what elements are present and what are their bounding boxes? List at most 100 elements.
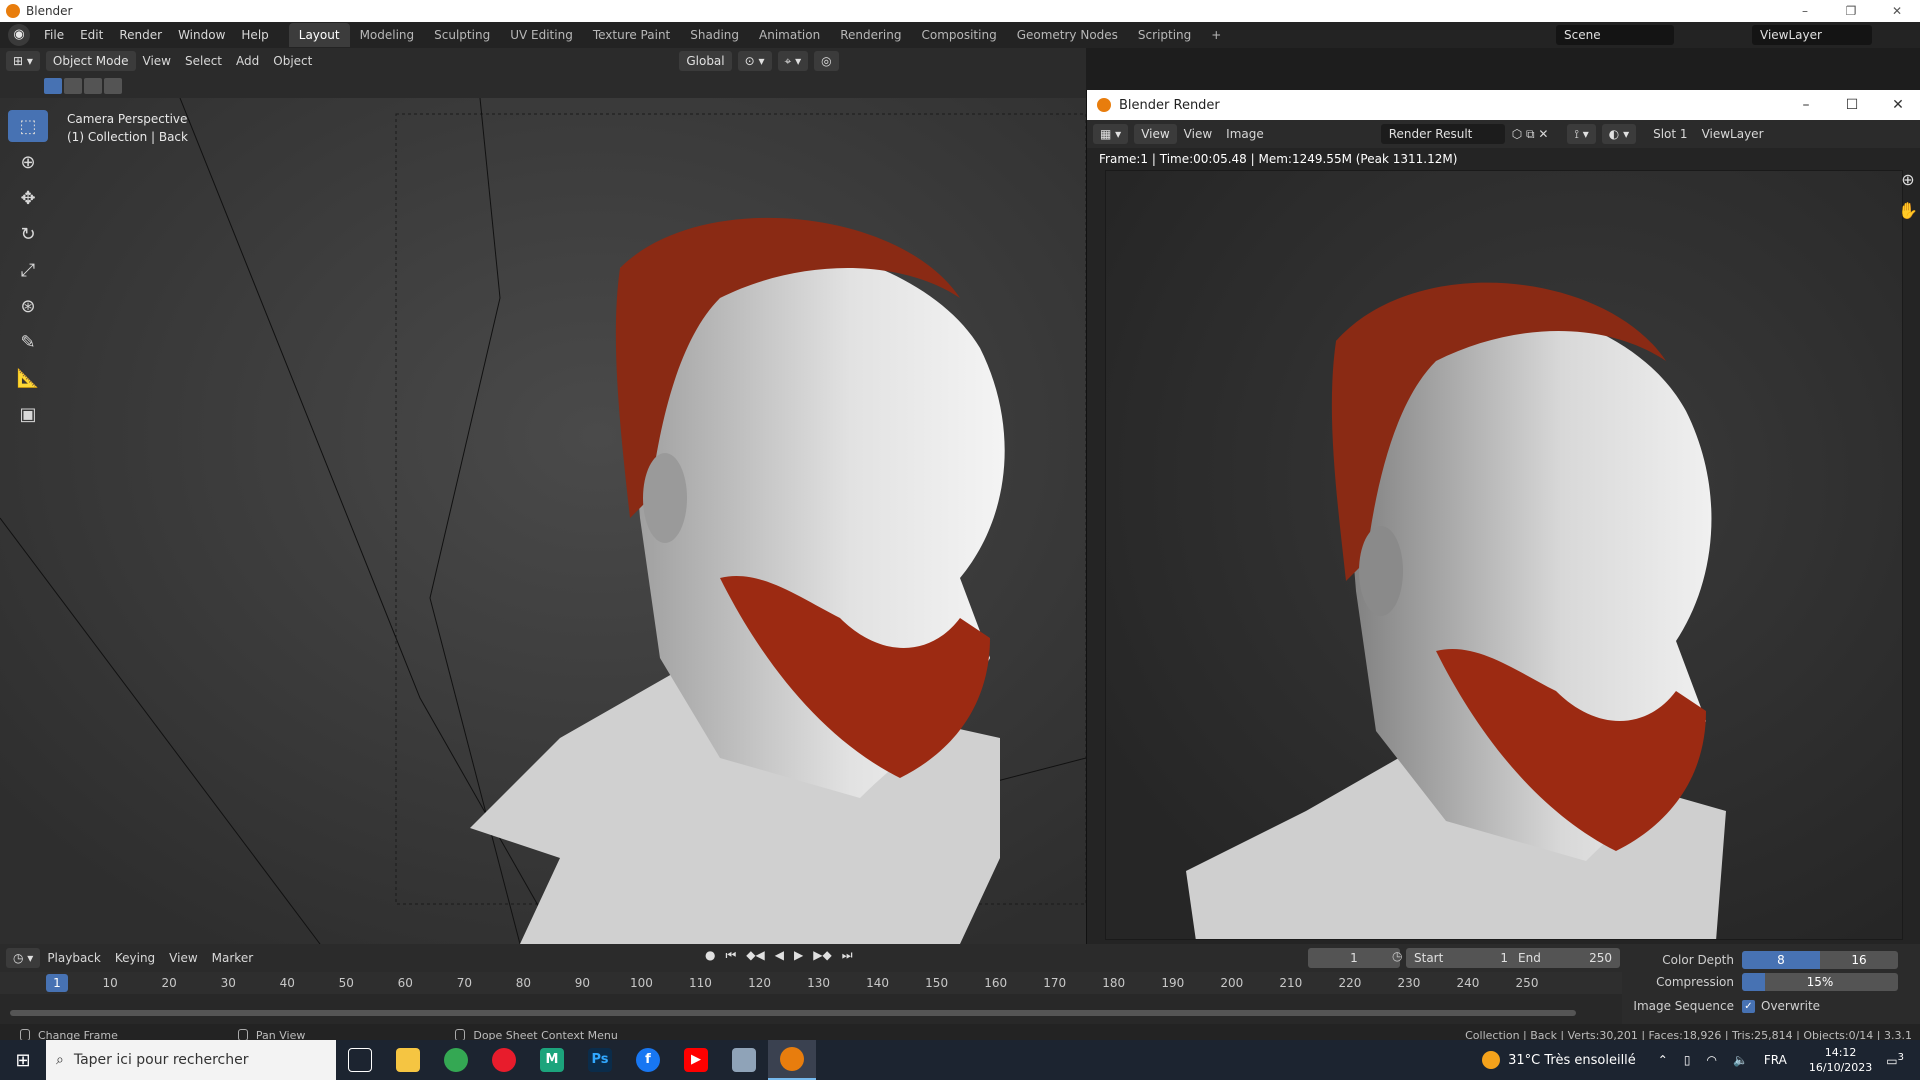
menu-help[interactable]: Help (233, 22, 276, 48)
close-button[interactable]: ✕ (1874, 0, 1920, 22)
show-hidden-icons-chevron-icon[interactable]: ⌃ (1658, 1053, 1668, 1067)
weather-widget[interactable]: 31°C Très ensoleillé (1482, 1051, 1636, 1069)
file-explorer-icon[interactable] (384, 1040, 432, 1080)
timeline-menu-keying[interactable]: Keying (108, 951, 162, 965)
restore-button[interactable]: ❐ (1828, 0, 1874, 22)
jump-end-icon[interactable]: ⏭ (842, 948, 853, 963)
play-icon[interactable]: ▶ (794, 948, 803, 963)
select-new-icon[interactable] (44, 78, 62, 94)
select-extend-icon[interactable] (64, 78, 82, 94)
zoom-icon[interactable]: ⊕ (1896, 170, 1920, 189)
3d-viewport[interactable]: ⬚ ⊕ ✥ ↻ ⤢ ⊛ ✎ 📐 ▣ Camera Perspective (1)… (0, 98, 1086, 944)
record-icon[interactable]: ● (705, 948, 715, 963)
editor-type-button[interactable]: ▦ ▾ (1093, 124, 1129, 144)
clock[interactable]: 14:12 16/10/2023 (1809, 1045, 1872, 1075)
render-result-canvas[interactable] (1105, 170, 1903, 940)
timeline-menu-playback[interactable]: Playback (40, 951, 108, 965)
render-view-layer-selector[interactable]: ViewLayer (1695, 127, 1771, 141)
usb-icon[interactable]: ▯ (1684, 1053, 1691, 1067)
youtube-icon[interactable]: ▶ (672, 1040, 720, 1080)
image-browse-icons[interactable]: ⬡ ⧉ ✕ (1505, 127, 1556, 142)
pivot-icon[interactable]: ⊙ ▾ (737, 51, 772, 71)
taskbar-search-box[interactable]: ⌕ Taper ici pour rechercher (46, 1040, 336, 1080)
tab-scripting[interactable]: Scripting (1128, 23, 1201, 47)
scene-selector[interactable]: Scene (1556, 25, 1674, 45)
jump-key-forward-icon[interactable]: ▶◆ (813, 948, 831, 963)
minimize-button[interactable]: – (1782, 0, 1828, 22)
current-frame-field[interactable]: 1 (1308, 948, 1400, 968)
tab-geometry-nodes[interactable]: Geometry Nodes (1007, 23, 1128, 47)
proportional-edit-icon[interactable]: ◎ (814, 51, 839, 71)
menu-render[interactable]: Render (111, 22, 170, 48)
image-view-mode[interactable]: View (1134, 124, 1177, 144)
add-cube-tool[interactable]: ▣ (8, 398, 48, 430)
timeline-scrollbar[interactable] (10, 1010, 1576, 1016)
tab-texture-paint[interactable]: Texture Paint (583, 23, 680, 47)
windows-start-button[interactable]: ⊞ (0, 1040, 46, 1080)
add-workspace-button[interactable]: + (1201, 23, 1231, 47)
image-menu-image[interactable]: Image (1219, 127, 1271, 141)
annotate-tool[interactable]: ✎ (8, 326, 48, 358)
jump-start-icon[interactable]: ⏮ (725, 948, 736, 963)
render-close-button[interactable]: ✕ (1875, 90, 1920, 120)
render-minimize-button[interactable]: – (1783, 90, 1829, 120)
notifications-icon[interactable]: ▭3 (1886, 1052, 1904, 1068)
end-frame-field[interactable]: End 250 (1510, 948, 1620, 968)
timeline-body[interactable]: 10 20 30 40 50 60 70 80 90 100 110 120 130 140 150 160 1… (0, 972, 1622, 1026)
select-intersect-icon[interactable] (104, 78, 122, 94)
volume-icon[interactable]: 🔈 (1733, 1053, 1748, 1067)
play-reverse-icon[interactable]: ◀ (775, 948, 784, 963)
color-depth-toggle[interactable]: 8 16 (1742, 951, 1898, 969)
tab-modeling[interactable]: Modeling (350, 23, 425, 47)
viewport-menu-view[interactable]: View (136, 54, 178, 68)
chrome-icon[interactable] (432, 1040, 480, 1080)
menu-file[interactable]: File (36, 22, 72, 48)
tab-rendering[interactable]: Rendering (830, 23, 911, 47)
mode-selector[interactable]: Object Mode (45, 51, 136, 71)
tab-layout[interactable]: Layout (288, 23, 350, 47)
facebook-icon[interactable]: f (624, 1040, 672, 1080)
image-app-icon[interactable] (720, 1040, 768, 1080)
tab-sculpting[interactable]: Sculpting (424, 23, 500, 47)
rotate-tool[interactable]: ↻ (8, 218, 48, 250)
overlay-icon[interactable]: ◐ ▾ (1601, 124, 1637, 144)
viewport-menu-object[interactable]: Object (266, 54, 319, 68)
transform-orientation-selector[interactable]: Global (679, 51, 732, 71)
jump-key-back-icon[interactable]: ◆◀ (746, 948, 764, 963)
timeline-menu-view[interactable]: View (162, 951, 204, 965)
m-app-icon[interactable]: M (528, 1040, 576, 1080)
tab-shading[interactable]: Shading (680, 23, 749, 47)
overwrite-checkbox[interactable]: ✓ (1742, 999, 1755, 1013)
scopes-icon[interactable]: ⟟ ▾ (1567, 124, 1596, 144)
photoshop-icon[interactable]: Ps (576, 1040, 624, 1080)
menu-edit[interactable]: Edit (72, 22, 111, 48)
viewport-menu-select[interactable]: Select (178, 54, 229, 68)
slot-selector[interactable]: Slot 1 (1646, 127, 1694, 141)
select-box-tool[interactable]: ⬚ (8, 110, 48, 142)
timeline-ruler[interactable]: 10 20 30 40 50 60 70 80 90 100 110 120 130 140 150 160 1… (0, 972, 1622, 994)
color-depth-8-option[interactable]: 8 (1742, 951, 1820, 969)
compression-slider[interactable]: 15% (1742, 973, 1898, 991)
tab-animation[interactable]: Animation (749, 23, 830, 47)
tab-uv-editing[interactable]: UV Editing (500, 23, 583, 47)
select-subtract-icon[interactable] (84, 78, 102, 94)
move-tool[interactable]: ✥ (8, 182, 48, 214)
timeline-menu-marker[interactable]: Marker (205, 951, 260, 965)
pan-hand-icon[interactable]: ✋ (1896, 201, 1920, 220)
wifi-icon[interactable]: ◠ (1706, 1053, 1716, 1067)
scale-tool[interactable]: ⤢ (8, 254, 48, 286)
task-view-icon[interactable] (336, 1040, 384, 1080)
blender-taskbar-icon[interactable] (768, 1040, 816, 1080)
viewport-menu-add[interactable]: Add (229, 54, 266, 68)
blender-menu-icon[interactable]: ◉ (8, 24, 30, 46)
opera-icon[interactable] (480, 1040, 528, 1080)
language-indicator[interactable]: FRA (1764, 1053, 1787, 1067)
transform-tool[interactable]: ⊛ (8, 290, 48, 322)
snap-icon[interactable]: ⌖ ▾ (777, 51, 809, 71)
image-selector[interactable]: Render Result (1380, 124, 1505, 144)
measure-tool[interactable]: 📐 (8, 362, 48, 394)
image-menu-view[interactable]: View (1177, 127, 1219, 141)
start-frame-field[interactable]: Start 1 (1406, 948, 1516, 968)
cursor-tool[interactable]: ⊕ (8, 146, 48, 178)
color-depth-16-option[interactable]: 16 (1820, 951, 1898, 969)
